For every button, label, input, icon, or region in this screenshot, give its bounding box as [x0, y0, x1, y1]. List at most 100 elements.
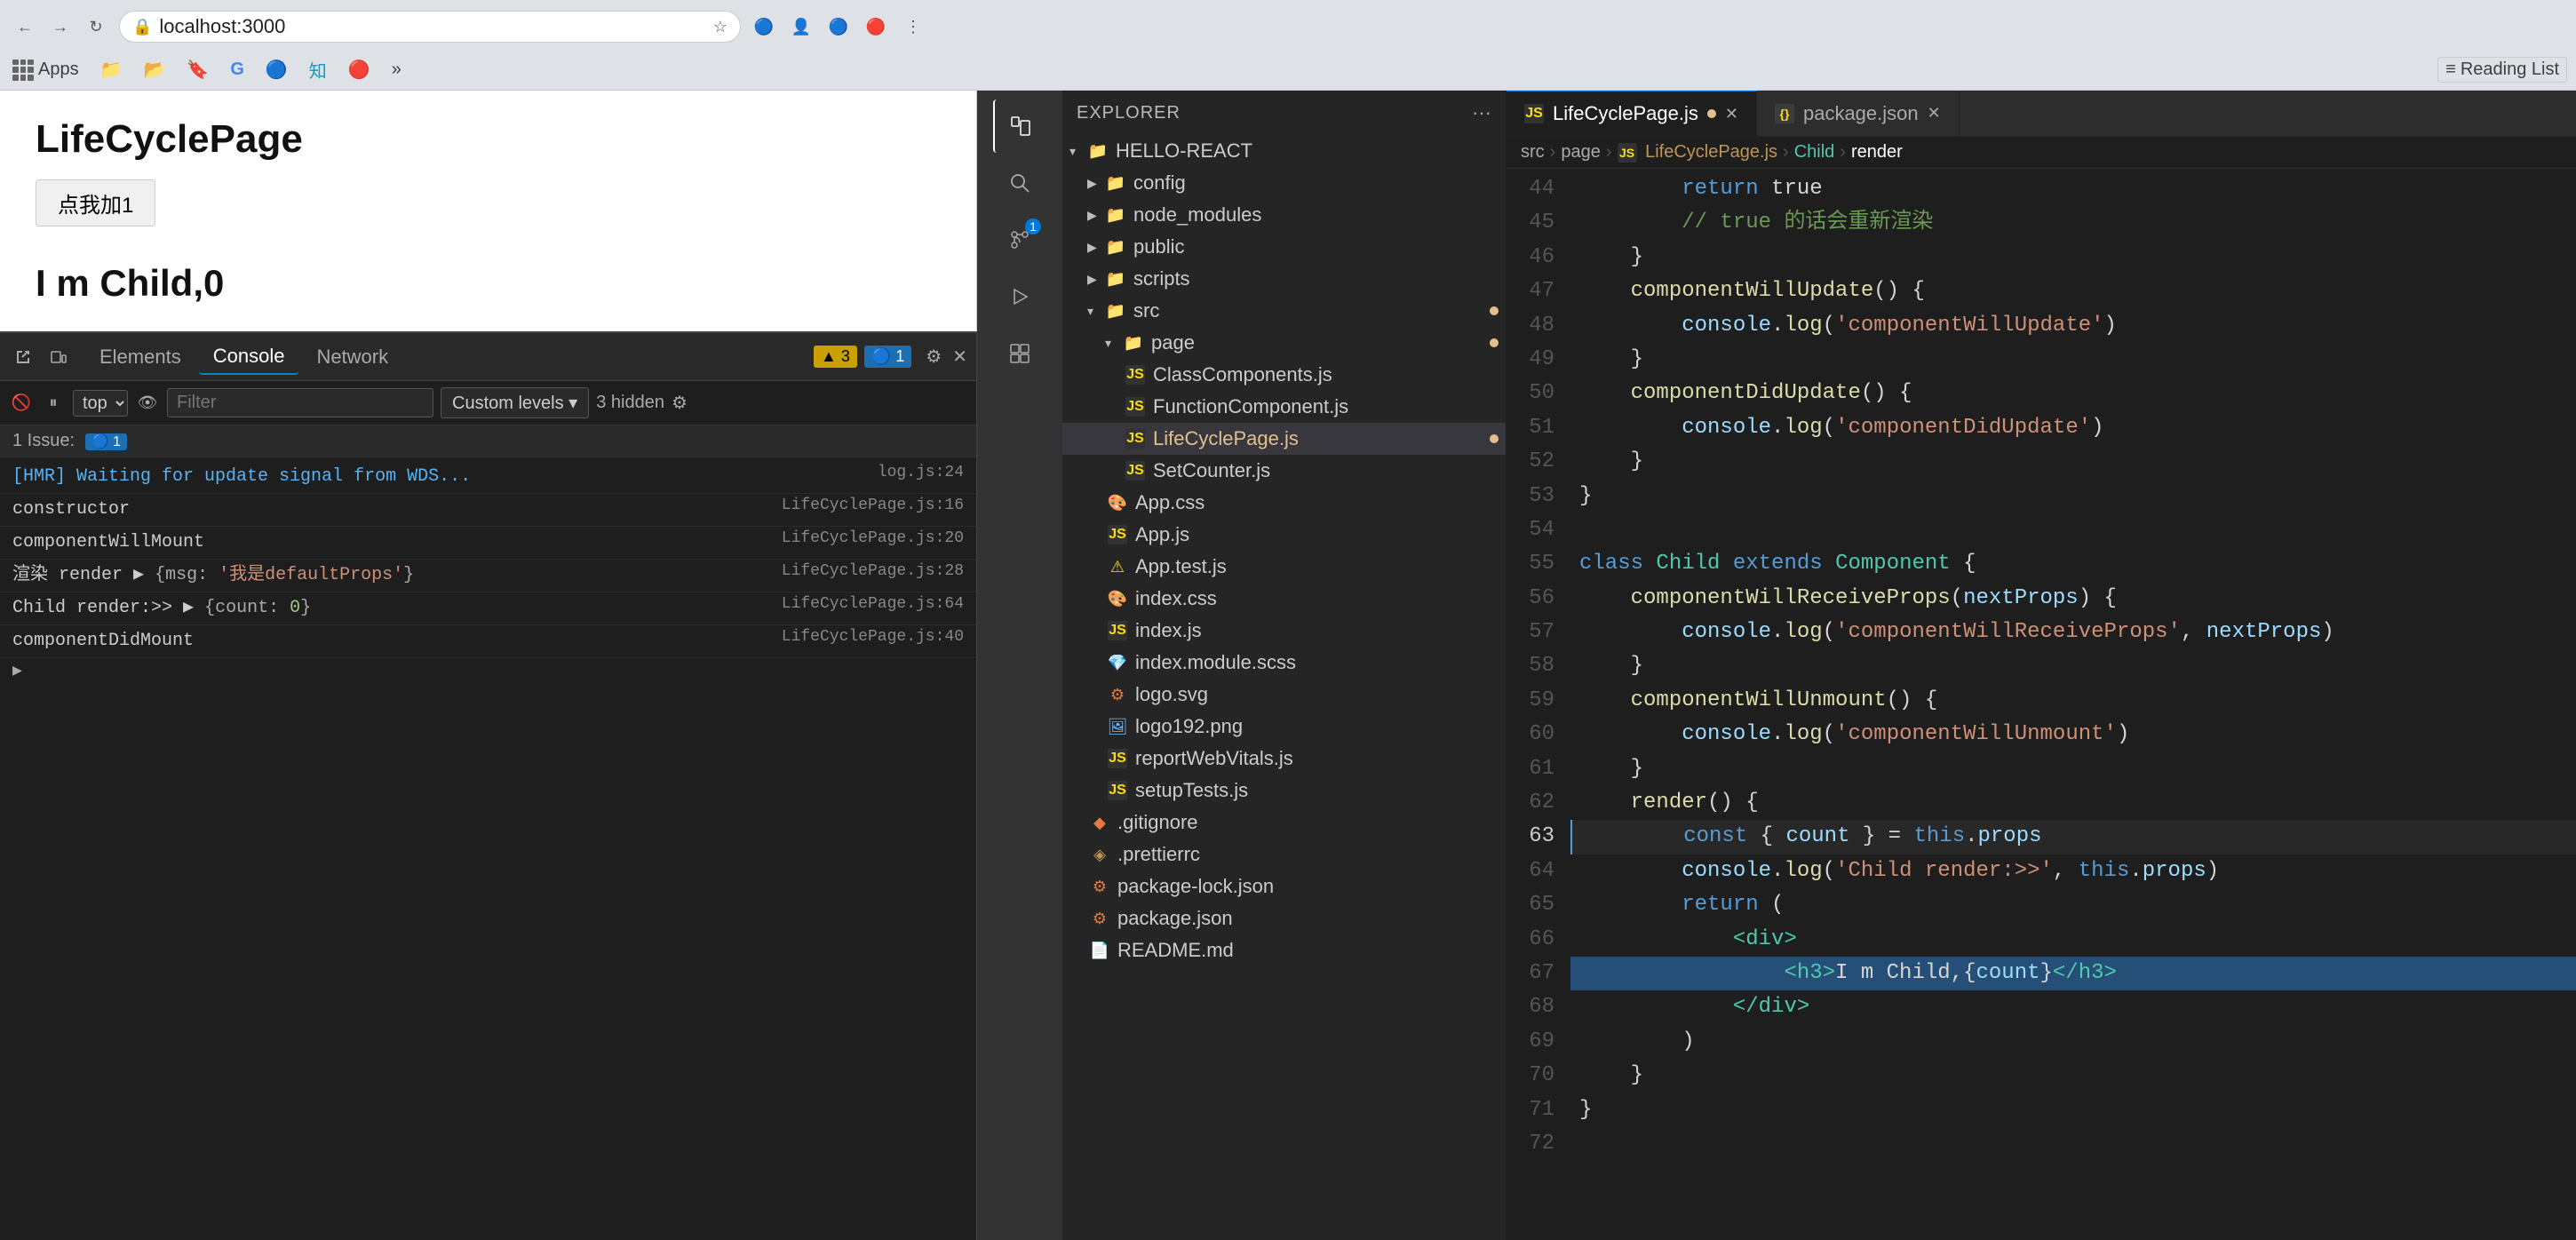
refresh-button[interactable]: ↻ [80, 11, 112, 43]
custom-levels-button[interactable]: Custom levels ▾ [441, 387, 589, 418]
code-line-65: return ( [1570, 888, 2576, 922]
more-btn[interactable]: ⋮ [897, 11, 929, 43]
google-bookmark[interactable]: G [227, 58, 248, 82]
source-control-activity-icon[interactable]: 1 [993, 213, 1046, 266]
apps-bookmark[interactable]: Apps [9, 58, 83, 83]
breadcrumb-render[interactable]: render [1851, 142, 1903, 163]
tree-logo192-label: logo192.png [1135, 715, 1243, 738]
tab-lifecyclepage-close[interactable]: ✕ [1725, 105, 1738, 123]
settings-icon[interactable]: ⚙ [926, 346, 942, 368]
bookmark-5[interactable]: 🔴 [345, 57, 374, 83]
code-line-52: } [1570, 445, 2576, 479]
explorer-panel: EXPLORER ··· ▾ 📁 HELLO-REACT ▶ 📁 config [1062, 91, 1507, 1240]
run-activity-icon[interactable] [993, 270, 1046, 323]
console-link-2[interactable]: LifeCyclePage.js:20 [782, 529, 964, 547]
back-button[interactable]: ← [9, 11, 41, 43]
tree-item-page[interactable]: ▾ 📁 page [1062, 327, 1506, 359]
extension-btn-2[interactable]: 👤 [785, 11, 817, 43]
device-icon[interactable] [44, 343, 73, 371]
pause-button[interactable]: ⏸ [41, 391, 66, 416]
src-modified-dot [1490, 306, 1499, 315]
tree-item-functioncomponent[interactable]: JS FunctionComponent.js [1062, 391, 1506, 423]
console-interactive-arrow[interactable]: ▶ [0, 658, 976, 683]
folder-scripts-icon: 📁 [1103, 270, 1128, 289]
console-link-0[interactable]: log.js:24 [878, 464, 964, 481]
extensions-activity-icon[interactable] [993, 327, 1046, 380]
file-prettierrc-icon: ◈ [1087, 846, 1112, 864]
tree-item-indexcss[interactable]: 🎨 index.css [1062, 583, 1506, 615]
tree-item-classcomponents[interactable]: JS ClassComponents.js [1062, 359, 1506, 391]
close-devtools-icon[interactable]: ✕ [952, 346, 967, 368]
tree-item-packagelock[interactable]: ⚙ package-lock.json [1062, 870, 1506, 902]
tree-item-logo192[interactable]: 🖼 logo192.png [1062, 711, 1506, 743]
increment-button[interactable]: 点我加1 [36, 179, 155, 227]
tree-item-setcounter[interactable]: JS SetCounter.js [1062, 455, 1506, 487]
files-bookmark[interactable]: 📁 [97, 57, 126, 83]
search-activity-icon[interactable] [993, 156, 1046, 210]
tab-packagejson-close[interactable]: ✕ [1928, 104, 1941, 123]
tree-root[interactable]: ▾ 📁 HELLO-REACT [1062, 135, 1506, 167]
tab-elements[interactable]: Elements [85, 340, 195, 374]
tree-item-prettierrc[interactable]: ◈ .prettierrc [1062, 839, 1506, 870]
tree-item-public[interactable]: ▶ 📁 public [1062, 231, 1506, 263]
code-line-60: console.log('componentWillUnmount') [1570, 718, 2576, 751]
clear-console-button[interactable]: 🚫 [9, 391, 34, 416]
extension-btn-1[interactable]: 🔵 [748, 11, 780, 43]
breadcrumb-file[interactable]: JS LifeCyclePage.js [1618, 142, 1778, 163]
line-56: 56 [1507, 582, 1554, 616]
console-output: [HMR] Waiting for update signal from WDS… [0, 457, 976, 1240]
console-link-3[interactable]: LifeCyclePage.js:28 [782, 562, 964, 580]
reading-list-bookmark[interactable]: ≡ Reading List [2437, 57, 2567, 83]
eye-icon[interactable]: 👁 [135, 391, 160, 416]
tree-setcounter-label: SetCounter.js [1153, 459, 1270, 482]
tree-item-readme[interactable]: 📄 README.md [1062, 934, 1506, 966]
tree-item-config[interactable]: ▶ 📁 config [1062, 167, 1506, 199]
tree-item-appjs[interactable]: JS App.js [1062, 519, 1506, 551]
tab-console[interactable]: Console [199, 339, 299, 375]
forward-button[interactable]: → [44, 11, 76, 43]
console-link-1[interactable]: LifeCyclePage.js:16 [782, 497, 964, 514]
tree-item-scripts[interactable]: ▶ 📁 scripts [1062, 263, 1506, 295]
code-content[interactable]: return true // true 的话会重新渲染 } componentW… [1570, 169, 2576, 1240]
context-select[interactable]: top [73, 390, 128, 417]
apps-label: Apps [38, 60, 79, 80]
folder-bookmark[interactable]: 📂 [140, 57, 170, 83]
breadcrumb-child[interactable]: Child [1794, 142, 1835, 163]
tree-item-apptest[interactable]: ⚠ App.test.js [1062, 551, 1506, 583]
extension-btn-4[interactable]: 🔴 [860, 11, 892, 43]
line-45: 45 [1507, 206, 1554, 240]
breadcrumb-src[interactable]: src [1521, 142, 1545, 163]
filter-input[interactable] [167, 388, 433, 417]
code-line-45: // true 的话会重新渲染 [1570, 206, 2576, 240]
breadcrumb-page[interactable]: page [1561, 142, 1601, 163]
tree-item-packagejson[interactable]: ⚙ package.json [1062, 902, 1506, 934]
source-control-badge: 1 [1025, 219, 1041, 234]
explorer-activity-icon[interactable] [993, 99, 1046, 153]
explorer-menu-icon[interactable]: ··· [1472, 101, 1491, 124]
bookmark-3[interactable]: 🔵 [262, 57, 291, 83]
address-bar[interactable]: 🔒 localhost:3000 ☆ [119, 11, 741, 43]
tree-item-src[interactable]: ▾ 📁 src [1062, 295, 1506, 327]
console-settings-icon[interactable]: ⚙ [672, 392, 688, 414]
console-link-5[interactable]: LifeCyclePage.js:40 [782, 628, 964, 646]
bookmark-2[interactable]: 🔖 [183, 57, 212, 83]
inspect-icon[interactable] [9, 343, 37, 371]
tree-item-gitignore[interactable]: ◆ .gitignore [1062, 807, 1506, 839]
bookmark-4[interactable]: 知 [306, 55, 330, 84]
tree-logosvg-label: logo.svg [1135, 683, 1208, 706]
tab-network[interactable]: Network [302, 340, 402, 374]
tree-item-indexjs[interactable]: JS index.js [1062, 615, 1506, 647]
tree-item-node-modules[interactable]: ▶ 📁 node_modules [1062, 199, 1506, 231]
tab-lifecyclepage[interactable]: JS LifeCyclePage.js ✕ [1507, 91, 1757, 136]
console-text-4: Child render:>> ▶ {count: 0} [12, 595, 782, 622]
tree-item-appcss[interactable]: 🎨 App.css [1062, 487, 1506, 519]
tree-item-lifecyclepage[interactable]: JS LifeCyclePage.js [1062, 423, 1506, 455]
tree-item-setuptests[interactable]: JS setupTests.js [1062, 775, 1506, 807]
tab-packagejson[interactable]: {} package.json ✕ [1757, 91, 1960, 136]
tree-item-indexscss[interactable]: 💎 index.module.scss [1062, 647, 1506, 679]
console-link-4[interactable]: LifeCyclePage.js:64 [782, 595, 964, 613]
tree-item-logosvg[interactable]: ⚙ logo.svg [1062, 679, 1506, 711]
more-bookmarks[interactable]: » [388, 58, 405, 82]
extension-btn-3[interactable]: 🔵 [823, 11, 855, 43]
tree-item-webvitals[interactable]: JS reportWebVitals.js [1062, 743, 1506, 775]
